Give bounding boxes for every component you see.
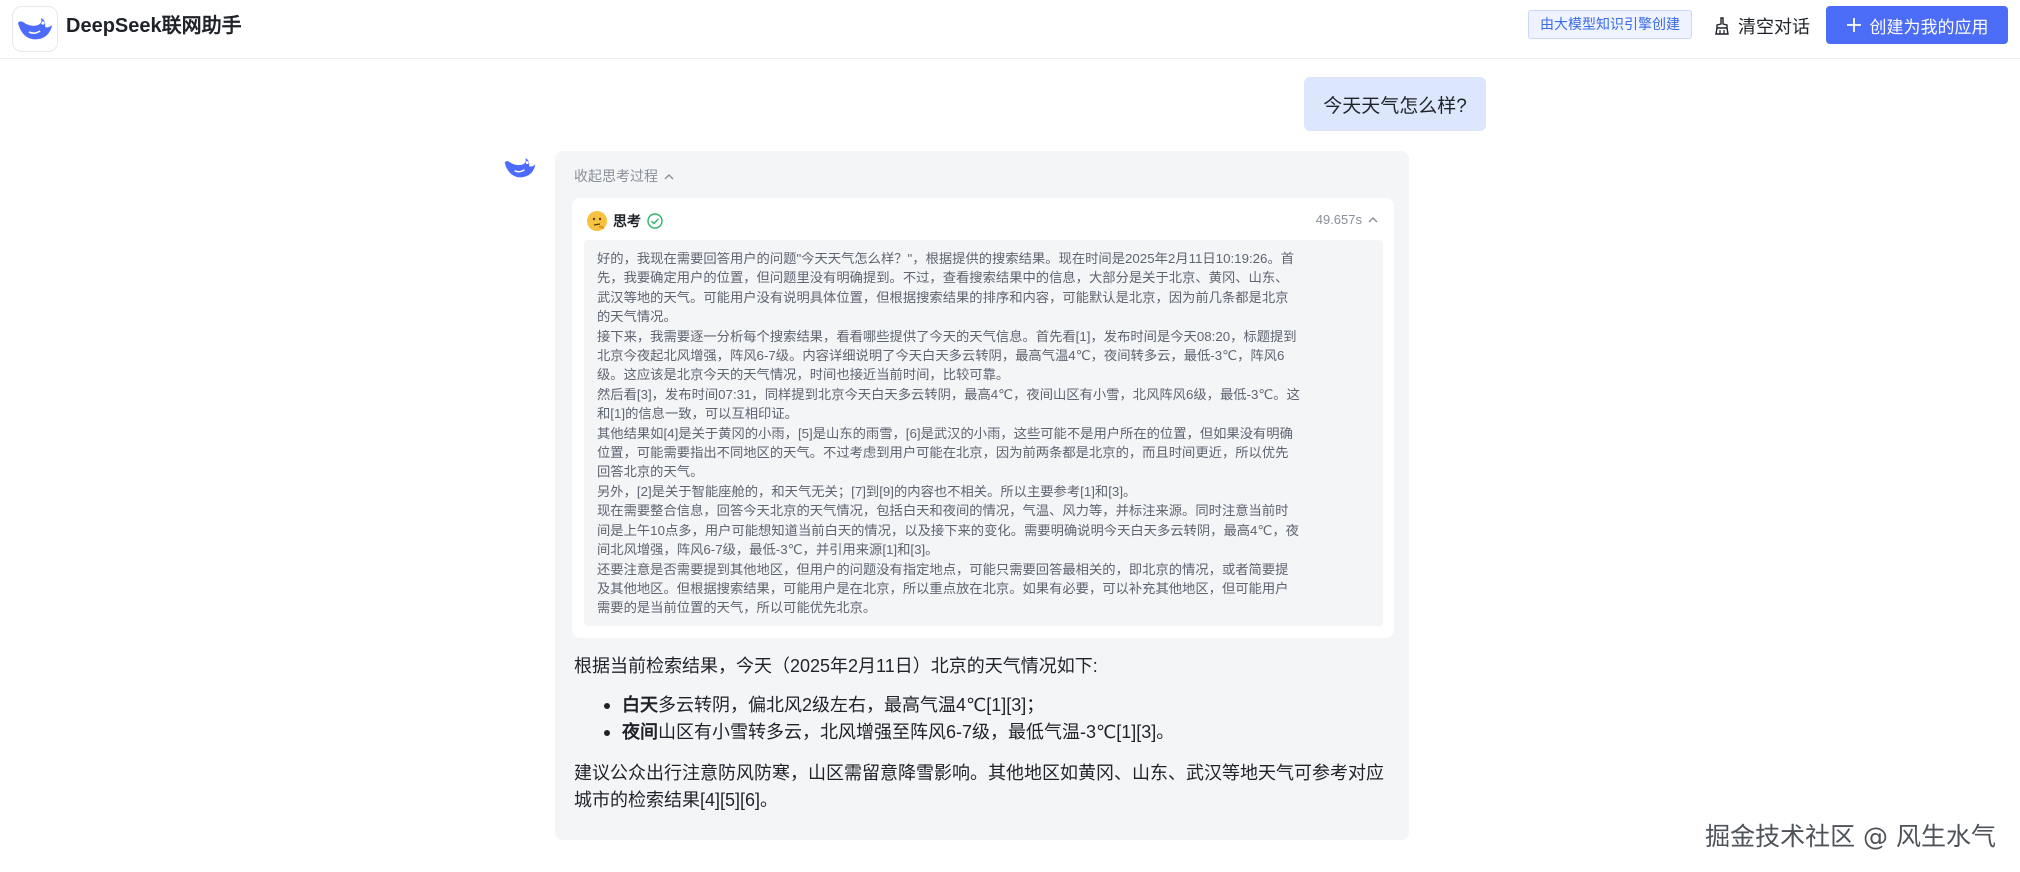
collapse-thinking-label: 收起思考过程 xyxy=(574,168,658,184)
answer-content: 根据当前检索结果，今天（2025年2月11日）北京的天气情况如下: 白天多云转阴… xyxy=(574,653,1394,814)
list-item: 白天多云转阴，偏北风2级左右，最高气温4℃[1][3]； xyxy=(604,692,1394,719)
kb-engine-badge: 由大模型知识引擎创建 xyxy=(1528,10,1692,39)
clear-chat-label: 清空对话 xyxy=(1738,17,1810,37)
list-item-text: 山区有小雪转多云，北风增强至阵风6-7级，最低气温-3℃[1][3]。 xyxy=(658,722,1175,742)
list-item-label: 夜间 xyxy=(622,722,658,742)
top-bar: DeepSeek联网助手 由大模型知识引擎创建 清空对话 创建为我的应用 xyxy=(0,0,2020,59)
assistant-avatar xyxy=(502,153,538,183)
app-logo xyxy=(12,6,58,52)
thinking-panel: 思考 49.657s 好的，我现在需要回答用户的问题"今天天气怎么样？"，根据提… xyxy=(572,198,1394,638)
thinking-duration-value: 49.657s xyxy=(1315,212,1362,227)
answer-conclusion-line: 城市的检索结果[4][5][6]。 xyxy=(574,790,779,810)
thinking-line: 需要的是当前位置的天气，所以可能优先北京。 xyxy=(597,600,877,616)
thinking-line: 还要注意是否需要提到其他地区，但用户的问题没有指定地点，可能只需要回答最相关的，… xyxy=(597,561,1289,577)
thinking-line: 和[1]的信息一致，可以互相印证。 xyxy=(597,406,798,422)
create-app-label: 创建为我的应用 xyxy=(1869,17,1989,37)
thinking-line: 及其他地区。但根据搜索结果，可能用户是在北京，所以重点放在北京。如果有必要，可以… xyxy=(597,580,1289,596)
deepseek-whale-icon xyxy=(18,18,52,40)
thinking-line: 的天气情况。 xyxy=(597,309,677,325)
check-circle-icon xyxy=(647,213,663,229)
thinking-line: 位置，可能需要指出不同地区的天气。不过考虑到用户可能在北京，因为前两条都是北京的… xyxy=(597,445,1289,461)
thinking-line: 然后看[3]，发布时间07:31，同样提到北京今天白天多云转阴，最高4℃，夜间山… xyxy=(597,386,1300,402)
thinking-line: 接下来，我需要逐一分析每个搜索结果，看看哪些提供了今天的天气信息。首先看[1]，… xyxy=(597,328,1297,344)
thinking-line: 其他结果如[4]是关于黄冈的小雨，[5]是山东的雨雪，[6]是武汉的小雨，这些可… xyxy=(597,425,1293,441)
user-message-bubble: 今天天气怎么样? xyxy=(1304,77,1486,131)
thinking-title: 思考 xyxy=(613,213,641,229)
thinking-line: 好的，我现在需要回答用户的问题"今天天气怎么样？"，根据提供的搜索结果。现在时间… xyxy=(597,251,1295,266)
thinking-line: 先，我要确定用户的位置，但问题里没有明确提到。不过，查看搜索结果中的信息，大部分… xyxy=(597,270,1289,286)
thinking-line: 级。这应该是北京今天的天气情况，时间也接近当前时间，比较可靠。 xyxy=(597,367,1010,383)
list-item: 夜间山区有小雪转多云，北风增强至阵风6-7级，最低气温-3℃[1][3]。 xyxy=(604,719,1394,746)
answer-intro: 根据当前检索结果，今天（2025年2月11日）北京的天气情况如下: xyxy=(574,656,1098,676)
broom-icon xyxy=(1715,17,1729,35)
answer-conclusion-line: 建议公众出行注意防风防寒，山区需留意降雪影响。其他地区如黄冈、山东、武汉等地天气… xyxy=(574,763,1384,783)
collapse-thinking-toggle[interactable]: 收起思考过程 xyxy=(574,166,674,186)
thinking-duration[interactable]: 49.657s xyxy=(1316,212,1378,227)
assistant-message: 收起思考过程 思考 49.657s 好的，我现在需要回答用户的问题"今天天气怎么… xyxy=(555,151,1409,840)
thinking-header: 思考 xyxy=(587,211,663,231)
thinking-face-icon xyxy=(587,211,607,231)
deepseek-whale-icon xyxy=(504,158,536,178)
list-item-text: 多云转阴，偏北风2级左右，最高气温4℃[1][3]； xyxy=(658,695,1045,715)
chevron-up-icon xyxy=(1368,217,1378,223)
thinking-line: 间北风增强，阵风6-7级，最低-3℃，并引用来源[1]和[3]。 xyxy=(597,542,939,558)
thinking-line: 武汉等地的天气。可能用户没有说明具体位置，但根据搜索结果的排序和内容，可能默认是… xyxy=(597,289,1289,305)
answer-list: 白天多云转阴，偏北风2级左右，最高气温4℃[1][3]； 夜间山区有小雪转多云，… xyxy=(604,692,1394,746)
app-title: DeepSeek联网助手 xyxy=(66,15,242,37)
list-item-label: 白天 xyxy=(622,695,658,715)
thinking-line: 回答北京的天气。 xyxy=(597,464,704,480)
create-app-button[interactable]: 创建为我的应用 xyxy=(1826,6,2008,44)
chevron-up-icon xyxy=(664,173,674,179)
answer-conclusion: 建议公众出行注意防风防寒，山区需留意降雪影响。其他地区如黄冈、山东、武汉等地天气… xyxy=(574,760,1394,814)
plus-icon xyxy=(1846,18,1861,32)
thinking-content: 好的，我现在需要回答用户的问题"今天天气怎么样？"，根据提供的搜索结果。现在时间… xyxy=(584,240,1383,626)
site-watermark: 掘金技术社区 @ 风生水气 xyxy=(1705,822,1996,851)
thinking-line: 另外，[2]是关于智能座舱的，和天气无关；[7]到[9]的内容也不相关。所以主要… xyxy=(597,483,1137,499)
thinking-line: 北京今夜起北风增强，阵风6-7级。内容详细说明了今天白天多云转阴，最高气温4℃，… xyxy=(597,348,1285,364)
clear-chat-button[interactable]: 清空对话 xyxy=(1714,12,1810,40)
thinking-line: 间是上午10点多，用户可能想知道当前白天的情况，以及接下来的变化。需要明确说明今… xyxy=(597,522,1299,538)
thinking-line: 现在需要整合信息，回答今天北京的天气情况，包括白天和夜间的情况，气温、风力等，并… xyxy=(597,503,1289,519)
